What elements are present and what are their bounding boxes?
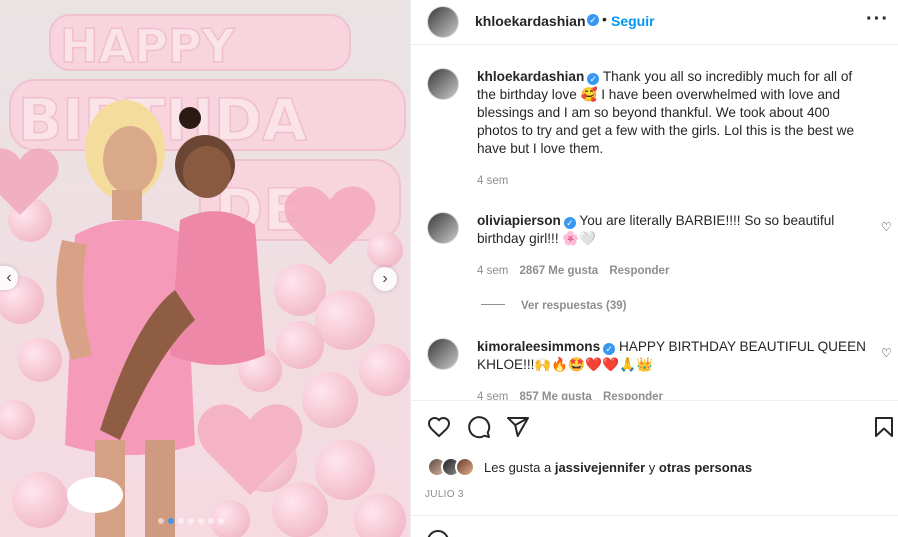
comment-avatar[interactable] [427,212,459,244]
carousel-dot [158,518,164,524]
bookmark-icon[interactable] [872,415,896,439]
carousel-dot-active [168,518,174,524]
likes-connector: y [648,460,656,475]
caption-username[interactable]: khloekardashian [477,69,584,84]
comment-likes[interactable]: 857 Me gusta [520,391,592,400]
follow-button[interactable]: Seguir [611,13,655,29]
caption-text-3: blessings and I am so beyond thankful. W… [477,105,830,120]
caption-text-4: photos to try and get a few with the gir… [477,123,855,138]
carousel-indicator [158,518,224,524]
comment-username[interactable]: kimoraleesimmons [477,339,600,354]
caption: khloekardashian ✓ Thank you all so incred… [477,68,887,158]
post-header: khloekardashian ✓ • Seguir ··· [411,0,898,45]
caption-time[interactable]: 4 sem [477,175,508,187]
comment-likes[interactable]: 2867 Me gusta [520,265,599,277]
carousel-dot [218,518,224,524]
comment-username[interactable]: oliviapierson [477,213,561,228]
verified-icon: ✓ [563,217,576,229]
svg-text:HAPPY: HAPPY [60,19,236,73]
comment-avatar[interactable] [427,338,459,370]
comment: kimoraleesimmons ✓ HAPPY BIRTHDAY BEAUTIF… [477,338,867,374]
comment-text-2: KHLOE!!!🙌🔥🤩❤️❤️🙏👑 [477,357,653,372]
view-replies-label: Ver respuestas (39) [521,300,627,312]
comment-text-1: HAPPY BIRTHDAY BEAUTIFUL QUEEN [618,339,866,354]
likes-text: Les gusta a jassivejennifer y otras pers… [484,460,752,475]
comment-text-1: You are literally BARBIE!!!! So so beaut… [579,213,835,228]
comment-meta: 4 sem 857 Me gusta Responder [477,391,663,400]
carousel-dot [198,518,204,524]
comment-meta: 4 sem 2867 Me gusta Responder [477,265,669,277]
post-date[interactable]: JULIO 3 [425,489,464,500]
caption-avatar[interactable] [427,68,459,100]
carousel-dot [188,518,194,524]
caption-meta: 4 sem [477,175,508,187]
carousel-dot [208,518,214,524]
comment-like-icon[interactable]: ♡ [881,220,892,234]
caption-text-2: the birthday love 🥰 I have been overwhel… [477,87,841,102]
post-sidebar: khloekardashian ✓ • Seguir ··· khloekard… [411,0,898,537]
reply-button[interactable]: Responder [609,265,669,277]
author-username[interactable]: khloekardashian [475,13,586,29]
carousel-dot [178,518,184,524]
reply-button[interactable]: Responder [603,391,663,400]
comment-time[interactable]: 4 sem [477,265,508,277]
post-photo: HAPPY BIRTHDA DE ‹ › [0,0,410,537]
add-comment-bar [411,515,898,537]
comments-section: khloekardashian ✓ Thank you all so incred… [411,46,898,400]
more-options-icon[interactable]: ··· [866,8,889,31]
verified-icon: ✓ [603,343,616,355]
likes-prefix: Les gusta a [484,460,552,475]
likes-others[interactable]: otras personas [659,460,752,475]
comment-icon[interactable] [467,415,491,439]
header-separator: • [602,11,607,27]
comment: oliviapierson ✓ You are literally BARBIE!… [477,212,867,248]
caption-text-1: Thank you all so incredibly much for all… [602,69,853,84]
carousel-next-button[interactable]: › [373,267,397,291]
heart-icon[interactable] [427,415,451,439]
liker-avatar [455,457,475,477]
caption-text-5: have but I love them. [477,141,604,156]
likes-user[interactable]: jassivejennifer [555,460,645,475]
view-replies-button[interactable]: Ver respuestas (39) [481,300,626,312]
author-avatar[interactable] [427,6,459,38]
photo-illustration: HAPPY BIRTHDA DE [0,0,410,537]
comment-like-icon[interactable]: ♡ [881,346,892,360]
comment-text-2: birthday girl!!! 🌸🤍 [477,231,597,246]
replies-line [481,304,505,305]
share-icon[interactable] [506,415,530,439]
comment-time[interactable]: 4 sem [477,391,508,400]
verified-icon: ✓ [587,73,600,85]
emoji-icon[interactable] [427,530,449,537]
post-actions: Les gusta a jassivejennifer y otras pers… [411,400,898,500]
verified-icon: ✓ [587,14,599,26]
